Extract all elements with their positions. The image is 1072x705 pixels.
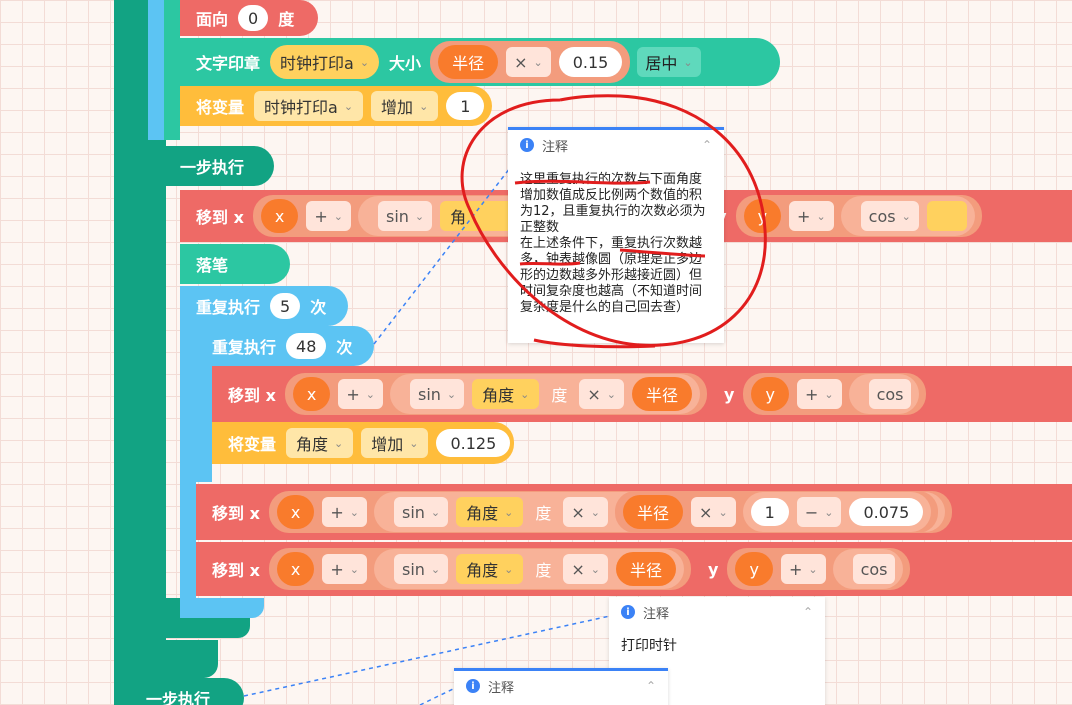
red-annotation-circle bbox=[460, 94, 767, 349]
